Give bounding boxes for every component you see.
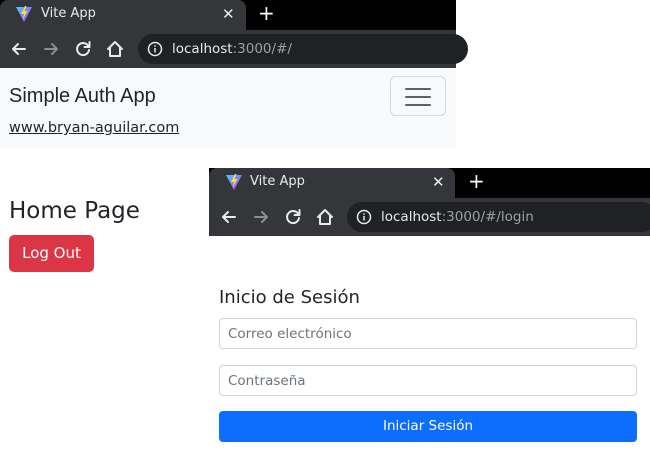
new-tab-icon[interactable]: + xyxy=(258,3,275,23)
arrow-right-icon[interactable] xyxy=(41,39,61,59)
hamburger-icon-bar-bottom xyxy=(405,104,431,106)
website-link[interactable]: www.bryan-aguilar.com xyxy=(9,119,179,137)
url-text: localhost:3000/#/login xyxy=(381,208,534,226)
tab-title: Vite App xyxy=(250,174,305,189)
home-icon[interactable] xyxy=(105,39,125,59)
tab-strip: Vite App ✕ + xyxy=(0,0,456,30)
info-circle-icon[interactable] xyxy=(147,41,163,57)
hamburger-icon-bar-middle xyxy=(405,96,431,98)
hamburger-icon-bar-top xyxy=(405,88,431,90)
new-tab-icon[interactable]: + xyxy=(468,171,485,191)
browser-tab[interactable]: Vite App ✕ xyxy=(209,168,455,198)
url-text: localhost:3000/#/ xyxy=(172,40,292,58)
tab-close-icon[interactable]: ✕ xyxy=(432,174,445,190)
tab-close-icon[interactable]: ✕ xyxy=(222,6,235,22)
tab-strip: Vite App ✕ + xyxy=(209,168,650,198)
info-circle-icon[interactable] xyxy=(356,209,372,225)
address-bar[interactable]: localhost:3000/#/ xyxy=(138,34,468,64)
arrow-left-icon[interactable] xyxy=(219,207,239,227)
vite-logo-icon xyxy=(226,174,242,190)
login-title: Inicio de Sesión xyxy=(219,287,360,308)
login-submit-button[interactable]: Iniciar Sesión xyxy=(219,411,637,442)
arrow-right-icon[interactable] xyxy=(251,207,271,227)
address-bar[interactable]: localhost:3000/#/login xyxy=(347,202,650,232)
email-field[interactable] xyxy=(219,318,637,349)
browser-toolbar: localhost:3000/#/login xyxy=(209,198,650,236)
home-icon[interactable] xyxy=(315,207,335,227)
page-title: Home Page xyxy=(9,198,140,224)
navbar-toggler-button[interactable] xyxy=(390,76,446,116)
password-field[interactable] xyxy=(219,365,637,396)
url-path: :3000/#/ xyxy=(232,41,292,57)
reload-icon[interactable] xyxy=(283,207,303,227)
logout-button[interactable]: Log Out xyxy=(9,235,94,272)
arrow-left-icon[interactable] xyxy=(9,39,29,59)
browser-tab[interactable]: Vite App ✕ xyxy=(0,0,246,30)
url-path: :3000/#/login xyxy=(441,209,534,225)
url-host: localhost xyxy=(172,41,233,57)
browser-toolbar: localhost:3000/#/ xyxy=(0,30,468,68)
vite-logo-icon xyxy=(16,6,32,22)
login-browser-window: Vite App ✕ + localhost:3000/#/login Inic xyxy=(209,168,650,459)
navbar-brand[interactable]: Simple Auth App xyxy=(9,84,156,108)
tab-title: Vite App xyxy=(41,6,96,21)
reload-icon[interactable] xyxy=(73,39,93,59)
url-host: localhost xyxy=(381,209,442,225)
